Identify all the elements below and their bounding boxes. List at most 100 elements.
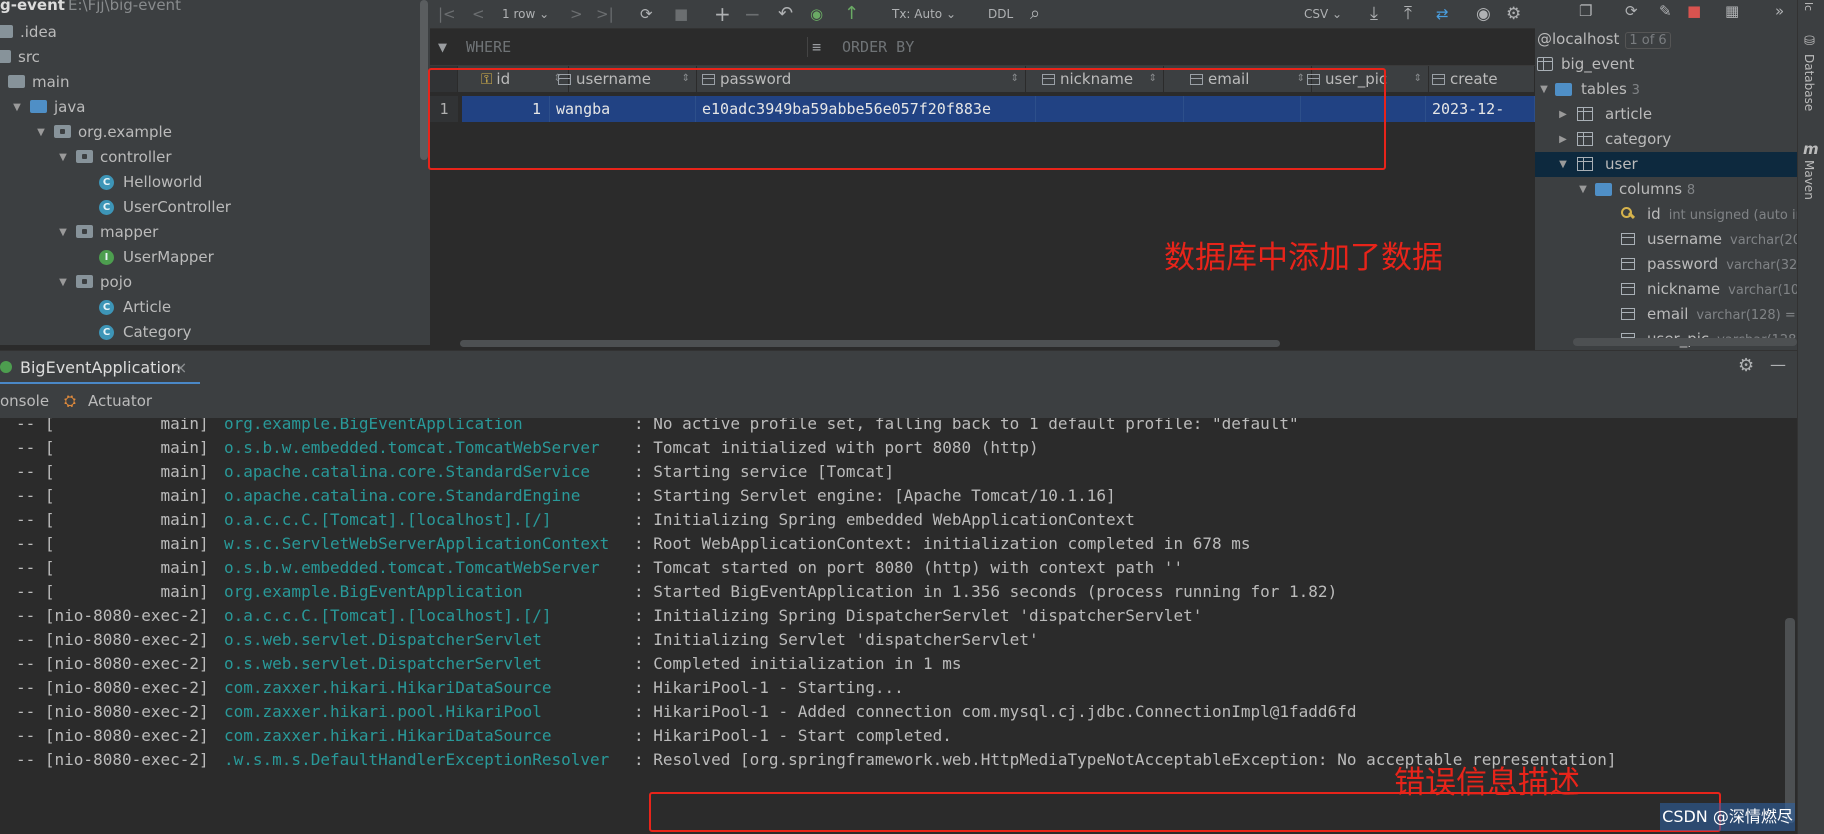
tool-tab-maven[interactable]: Maven: [1802, 160, 1816, 200]
db-table-label: category: [1605, 130, 1672, 148]
refresh-icon[interactable]: ⟳: [1625, 0, 1638, 22]
log-logger[interactable]: o.s.web.servlet.DispatcherServlet: [224, 628, 542, 652]
log-thread: -- [nio-8080-exec-2]: [16, 606, 209, 625]
log-thread: -- [ main]: [16, 462, 209, 481]
chevron-right-icon[interactable]: ▶: [1556, 127, 1570, 152]
db-horizontal-scrollbar[interactable]: [1573, 338, 1797, 346]
db-table-category[interactable]: ▶ category: [1535, 127, 1797, 152]
refresh-icon[interactable]: ⟳: [640, 0, 653, 28]
log-logger[interactable]: o.apache.catalina.core.StandardService: [224, 460, 590, 484]
log-logger[interactable]: o.a.c.c.C.[Tomcat].[localhost].[/]: [224, 508, 552, 532]
actuator-icon: ⛭: [64, 392, 77, 410]
chevron-down-icon[interactable]: ▼: [56, 270, 70, 295]
copy-icon[interactable]: ❐: [1579, 0, 1592, 22]
edit-icon[interactable]: ✎: [1659, 0, 1672, 22]
run-tool-header: BigEventApplication × ⚙ —: [0, 350, 1797, 386]
interface-icon: I: [99, 250, 114, 265]
prev-page-button[interactable]: <: [472, 0, 485, 28]
view-icon[interactable]: ◉: [1476, 0, 1491, 28]
grid-horizontal-scrollbar[interactable]: [460, 338, 1510, 348]
log-logger[interactable]: com.zaxxer.hikari.HikariDataSource: [224, 724, 552, 748]
compare-icon[interactable]: ⇄: [1436, 0, 1449, 28]
log-logger[interactable]: o.s.web.servlet.DispatcherServlet: [224, 652, 542, 676]
submit-icon[interactable]: ↑: [844, 0, 859, 28]
export-format-select[interactable]: CSV ⌄: [1304, 0, 1342, 28]
log-thread: -- [nio-8080-exec-2]: [16, 678, 209, 697]
collapse-icon[interactable]: »: [1775, 0, 1784, 22]
log-logger[interactable]: o.s.b.w.embedded.tomcat.TomcatWebServer: [224, 436, 600, 460]
scrollbar-thumb[interactable]: [460, 340, 1280, 347]
grid-icon[interactable]: ▦: [1725, 0, 1739, 22]
db-host[interactable]: @localhost 1 of 6: [1537, 27, 1671, 52]
log-message: : Starting service [Tomcat]: [634, 462, 895, 481]
add-row-icon[interactable]: +: [714, 0, 731, 28]
revert-icon[interactable]: ↶: [778, 0, 793, 28]
tool-tab-top[interactable]: lc: [1802, 2, 1815, 11]
chevron-down-icon[interactable]: ▼: [56, 145, 70, 170]
chevron-down-icon[interactable]: ▼: [56, 220, 70, 245]
last-page-button[interactable]: >|: [596, 0, 614, 28]
schema-icon: [1537, 57, 1553, 71]
data-grid-panel: |< < 1 row ⌄ > >| ⟳ ■ + − ↶ ◉ ↑ Tx: Auto…: [428, 0, 1535, 350]
db-column-name: nickname: [1647, 280, 1721, 298]
cell-create[interactable]: 2023-12-: [1426, 96, 1535, 122]
order-by-input[interactable]: ORDER BY: [842, 29, 914, 65]
close-icon[interactable]: ×: [174, 351, 187, 385]
log-message: : Tomcat initialized with port 8080 (htt…: [634, 438, 1039, 457]
where-filter-input[interactable]: WHERE: [466, 29, 511, 65]
database-panel: ❐ ⟳ ✎ ■ ▦ » @localhost 1 of 6 big_event ▼…: [1535, 0, 1797, 350]
log-logger[interactable]: org.example.BigEventApplication: [224, 580, 523, 604]
chevron-right-icon[interactable]: ▶: [1556, 102, 1570, 127]
log-logger[interactable]: com.zaxxer.hikari.pool.HikariPool: [224, 700, 542, 724]
log-logger[interactable]: o.a.c.c.C.[Tomcat].[localhost].[/]: [224, 604, 552, 628]
gear-icon[interactable]: ⚙: [1738, 355, 1754, 376]
tool-tab-database[interactable]: Database: [1802, 54, 1816, 111]
log-logger[interactable]: o.apache.catalina.core.StandardEngine: [224, 484, 580, 508]
db-table-user[interactable]: ▼ user: [1535, 152, 1797, 177]
chevron-down-icon[interactable]: ▼: [10, 95, 24, 120]
db-table-article[interactable]: ▶ article: [1535, 102, 1797, 127]
row-count-select[interactable]: 1 row ⌄: [502, 0, 549, 28]
run-tab[interactable]: BigEventApplication ×: [0, 351, 200, 385]
first-page-button[interactable]: |<: [438, 0, 456, 28]
row-count-label: 1 row: [502, 7, 536, 21]
tree-item-label: main: [32, 73, 70, 91]
chevron-down-icon[interactable]: ▼: [1556, 152, 1570, 177]
database-icon: ⛁: [1804, 34, 1815, 49]
column-name: create: [1450, 70, 1498, 88]
chevron-down-icon[interactable]: ▼: [34, 120, 48, 145]
tables-text: tables: [1581, 80, 1627, 98]
preview-icon[interactable]: ◉: [810, 0, 823, 28]
tree-scrollbar[interactable]: [420, 0, 428, 160]
table-icon: [1577, 107, 1593, 121]
search-icon[interactable]: ⌕: [1030, 0, 1040, 28]
download-icon[interactable]: ⤓: [1370, 0, 1378, 28]
next-page-button[interactable]: >: [570, 0, 583, 28]
tx-mode-label: Tx: Auto: [892, 7, 943, 21]
ddl-button[interactable]: DDL: [988, 0, 1013, 28]
console-scrollbar[interactable]: [1785, 618, 1795, 823]
host-badge: 1 of 6: [1625, 32, 1671, 49]
gear-icon[interactable]: ⚙: [1506, 0, 1521, 28]
stop-icon[interactable]: ■: [674, 0, 688, 28]
log-thread: -- [ main]: [16, 582, 209, 601]
tab-actuator[interactable]: Actuator: [88, 384, 152, 418]
sort-arrows-icon: ⇕: [1413, 73, 1422, 84]
tx-mode-select[interactable]: Tx: Auto ⌄: [892, 0, 956, 28]
remove-row-icon[interactable]: −: [744, 0, 761, 28]
upload-icon[interactable]: ⤒: [1404, 0, 1412, 28]
log-logger[interactable]: o.s.b.w.embedded.tomcat.TomcatWebServer: [224, 556, 600, 580]
db-column-type: int unsigned (auto in: [1668, 208, 1797, 223]
log-logger[interactable]: com.zaxxer.hikari.HikariDataSource: [224, 676, 552, 700]
log-logger[interactable]: w.s.c.ServletWebServerApplicationContext: [224, 532, 609, 556]
minimize-icon[interactable]: —: [1770, 355, 1786, 374]
column-icon: [1432, 74, 1445, 85]
log-logger[interactable]: org.example.BigEventApplication: [224, 418, 523, 436]
export-format-label: CSV: [1304, 7, 1329, 21]
tab-console[interactable]: onsole: [0, 384, 49, 418]
tree-item-label: java: [54, 98, 86, 116]
db-table-label: article: [1605, 105, 1653, 123]
column-header-create[interactable]: create: [1426, 66, 1535, 92]
log-logger[interactable]: .w.s.m.s.DefaultHandlerExceptionResolver: [224, 748, 609, 772]
stop-icon[interactable]: ■: [1687, 0, 1701, 22]
